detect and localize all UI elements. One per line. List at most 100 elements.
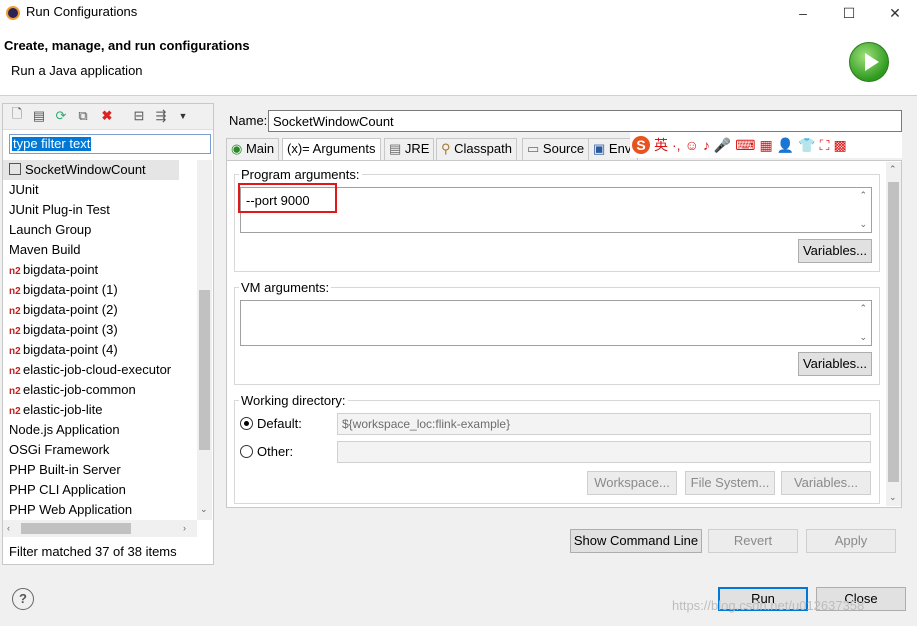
voice-icon[interactable]: ♪	[703, 137, 710, 153]
collapse-all-icon[interactable]: ⊟	[131, 108, 147, 124]
vm-arguments-group: VM arguments: ⌃ ⌄ Variables...	[234, 280, 880, 385]
n2-icon: n2	[9, 286, 21, 297]
scroll-thumb[interactable]	[21, 523, 131, 534]
crop-icon[interactable]: ⛶	[820, 137, 830, 154]
tree-vertical-scrollbar[interactable]: ⌄	[197, 160, 212, 520]
show-command-line-button[interactable]: Show Command Line	[570, 529, 702, 553]
export-icon[interactable]: ⟳	[53, 108, 69, 124]
tree-item[interactable]: n2 bigdata-point (2)	[3, 300, 197, 320]
workspace-button[interactable]: Workspace...	[587, 471, 677, 495]
scroll-down-icon[interactable]: ⌄	[859, 332, 867, 343]
scroll-thumb[interactable]	[199, 290, 210, 450]
tree-toolbar: 🗋 ▤ ⟳ ⧉ ✖ ⊟ ⇶ ▼	[3, 104, 213, 130]
vm-variables-button[interactable]: Variables...	[798, 352, 872, 376]
duplicate-icon[interactable]: ⧉	[75, 108, 91, 124]
scroll-thumb[interactable]	[888, 182, 899, 482]
window-title: Run Configurations	[26, 4, 138, 19]
tree-item[interactable]: PHP Web Application	[3, 500, 197, 520]
apply-button[interactable]: Apply	[806, 529, 896, 553]
scroll-up-icon[interactable]: ⌃	[859, 190, 867, 201]
tree-item[interactable]: n2 bigdata-point (1)	[3, 280, 197, 300]
skin-icon[interactable]: 👕	[798, 137, 815, 154]
main-icon: ◉	[231, 141, 243, 156]
delete-icon[interactable]: ✖	[99, 108, 115, 124]
tree-item-label: SocketWindowCount	[25, 162, 146, 177]
scroll-left-icon[interactable]: ‹	[7, 523, 10, 533]
tree-item[interactable]: PHP CLI Application	[3, 480, 197, 500]
tree-item[interactable]: n2 bigdata-point (3)	[3, 320, 197, 340]
n2-icon: n2	[9, 326, 21, 337]
other-directory-field[interactable]	[337, 441, 871, 463]
tree-item[interactable]: PHP Built-in Server	[3, 460, 197, 480]
tree-item-label: Maven Build	[9, 242, 81, 257]
tree-item[interactable]: JUnit	[3, 180, 197, 200]
n2-icon: n2	[9, 366, 21, 377]
tree-item[interactable]: Node.js Application	[3, 420, 197, 440]
ime-toolbar: S 英 ·, ☺ ♪ 🎤 ⌨ ▦ 👤 👕 ⛶ ▩	[630, 132, 902, 158]
lang-icon[interactable]: 英	[654, 135, 668, 155]
filter-placeholder: type filter text	[12, 136, 92, 151]
name-input[interactable]: SocketWindowCount	[268, 110, 902, 132]
tree-item[interactable]: OSGi Framework	[3, 440, 197, 460]
config-tree: SocketWindowCount JUnit JUnit Plug-in Test…	[3, 160, 197, 520]
filter-input[interactable]: type filter text	[9, 134, 211, 154]
tree-item[interactable]: n2 bigdata-point	[3, 260, 197, 280]
maximize-button[interactable]: ☐	[826, 0, 872, 26]
filter-icon[interactable]: ⇶	[153, 108, 169, 124]
scroll-down-icon[interactable]: ⌄	[889, 492, 897, 503]
vm-arguments-field[interactable]: ⌃ ⌄	[240, 300, 872, 346]
tree-item-label: Node.js Application	[9, 422, 120, 437]
help-icon[interactable]: ?	[12, 588, 34, 610]
minimize-button[interactable]: –	[780, 0, 826, 26]
mic-icon[interactable]: 🎤	[714, 137, 731, 154]
tree-item[interactable]: n2 elastic-job-common	[3, 380, 197, 400]
scroll-up-icon[interactable]: ⌃	[859, 303, 867, 314]
keyboard-icon[interactable]: ⌨	[735, 137, 755, 154]
user-icon[interactable]: 👤	[777, 137, 794, 154]
jre-icon: ▤	[389, 141, 402, 156]
tree-item[interactable]: n2 elastic-job-cloud-executor	[3, 360, 197, 380]
tab-source[interactable]: ▭ Source	[522, 138, 590, 160]
grid-icon[interactable]: ▦	[760, 137, 773, 154]
chevron-down-icon[interactable]: ▼	[175, 108, 191, 124]
tree-item-label: PHP Built-in Server	[9, 462, 121, 477]
tree-item[interactable]: n2 elastic-job-lite	[3, 400, 197, 420]
tools-icon[interactable]: ▩	[833, 137, 846, 154]
tab-classpath[interactable]: ⚲ Classpath	[436, 138, 517, 160]
tree-item-label: bigdata-point (2)	[23, 302, 118, 317]
sogou-icon[interactable]: S	[632, 136, 650, 154]
title-bar: Run Configurations – ☐ ✕	[0, 0, 917, 26]
tree-horizontal-scrollbar[interactable]: ‹ ›	[3, 520, 197, 537]
tree-item[interactable]: Launch Group	[3, 220, 197, 240]
new-config-icon[interactable]: 🗋	[9, 106, 25, 124]
tree-item[interactable]: Maven Build	[3, 240, 197, 260]
tree-item[interactable]: JUnit Plug-in Test	[3, 200, 197, 220]
scroll-down-icon[interactable]: ⌄	[859, 219, 867, 230]
tab-vertical-scrollbar[interactable]: ⌃ ⌄	[886, 162, 901, 506]
new-prototype-icon[interactable]: ▤	[31, 108, 47, 124]
directory-variables-button[interactable]: Variables...	[781, 471, 871, 495]
scroll-up-icon[interactable]: ⌃	[889, 164, 897, 175]
default-radio[interactable]	[240, 417, 253, 430]
n2-icon: n2	[9, 346, 21, 357]
n2-icon: n2	[9, 306, 21, 317]
scroll-down-icon[interactable]: ⌄	[200, 504, 208, 515]
file-system-button[interactable]: File System...	[685, 471, 775, 495]
other-radio[interactable]	[240, 445, 253, 458]
tab-main[interactable]: ◉ Main	[226, 138, 280, 160]
tree-item[interactable]: SocketWindowCount	[3, 160, 179, 180]
n2-icon: n2	[9, 406, 21, 417]
revert-button[interactable]: Revert	[708, 529, 798, 553]
program-variables-button[interactable]: Variables...	[798, 239, 872, 263]
tab-arguments[interactable]: (x)= Arguments	[282, 138, 381, 161]
tree-item-label: PHP CLI Application	[9, 482, 126, 497]
run-icon	[849, 42, 889, 82]
tab-jre[interactable]: ▤ JRE	[384, 138, 435, 160]
punct-icon[interactable]: ·,	[672, 137, 681, 153]
tree-item-label: bigdata-point (3)	[23, 322, 118, 337]
close-window-button[interactable]: ✕	[872, 0, 917, 26]
tree-item[interactable]: n2 bigdata-point (4)	[3, 340, 197, 360]
eclipse-icon	[6, 6, 20, 20]
emoji-icon[interactable]: ☺	[685, 137, 699, 153]
scroll-right-icon[interactable]: ›	[183, 523, 186, 533]
